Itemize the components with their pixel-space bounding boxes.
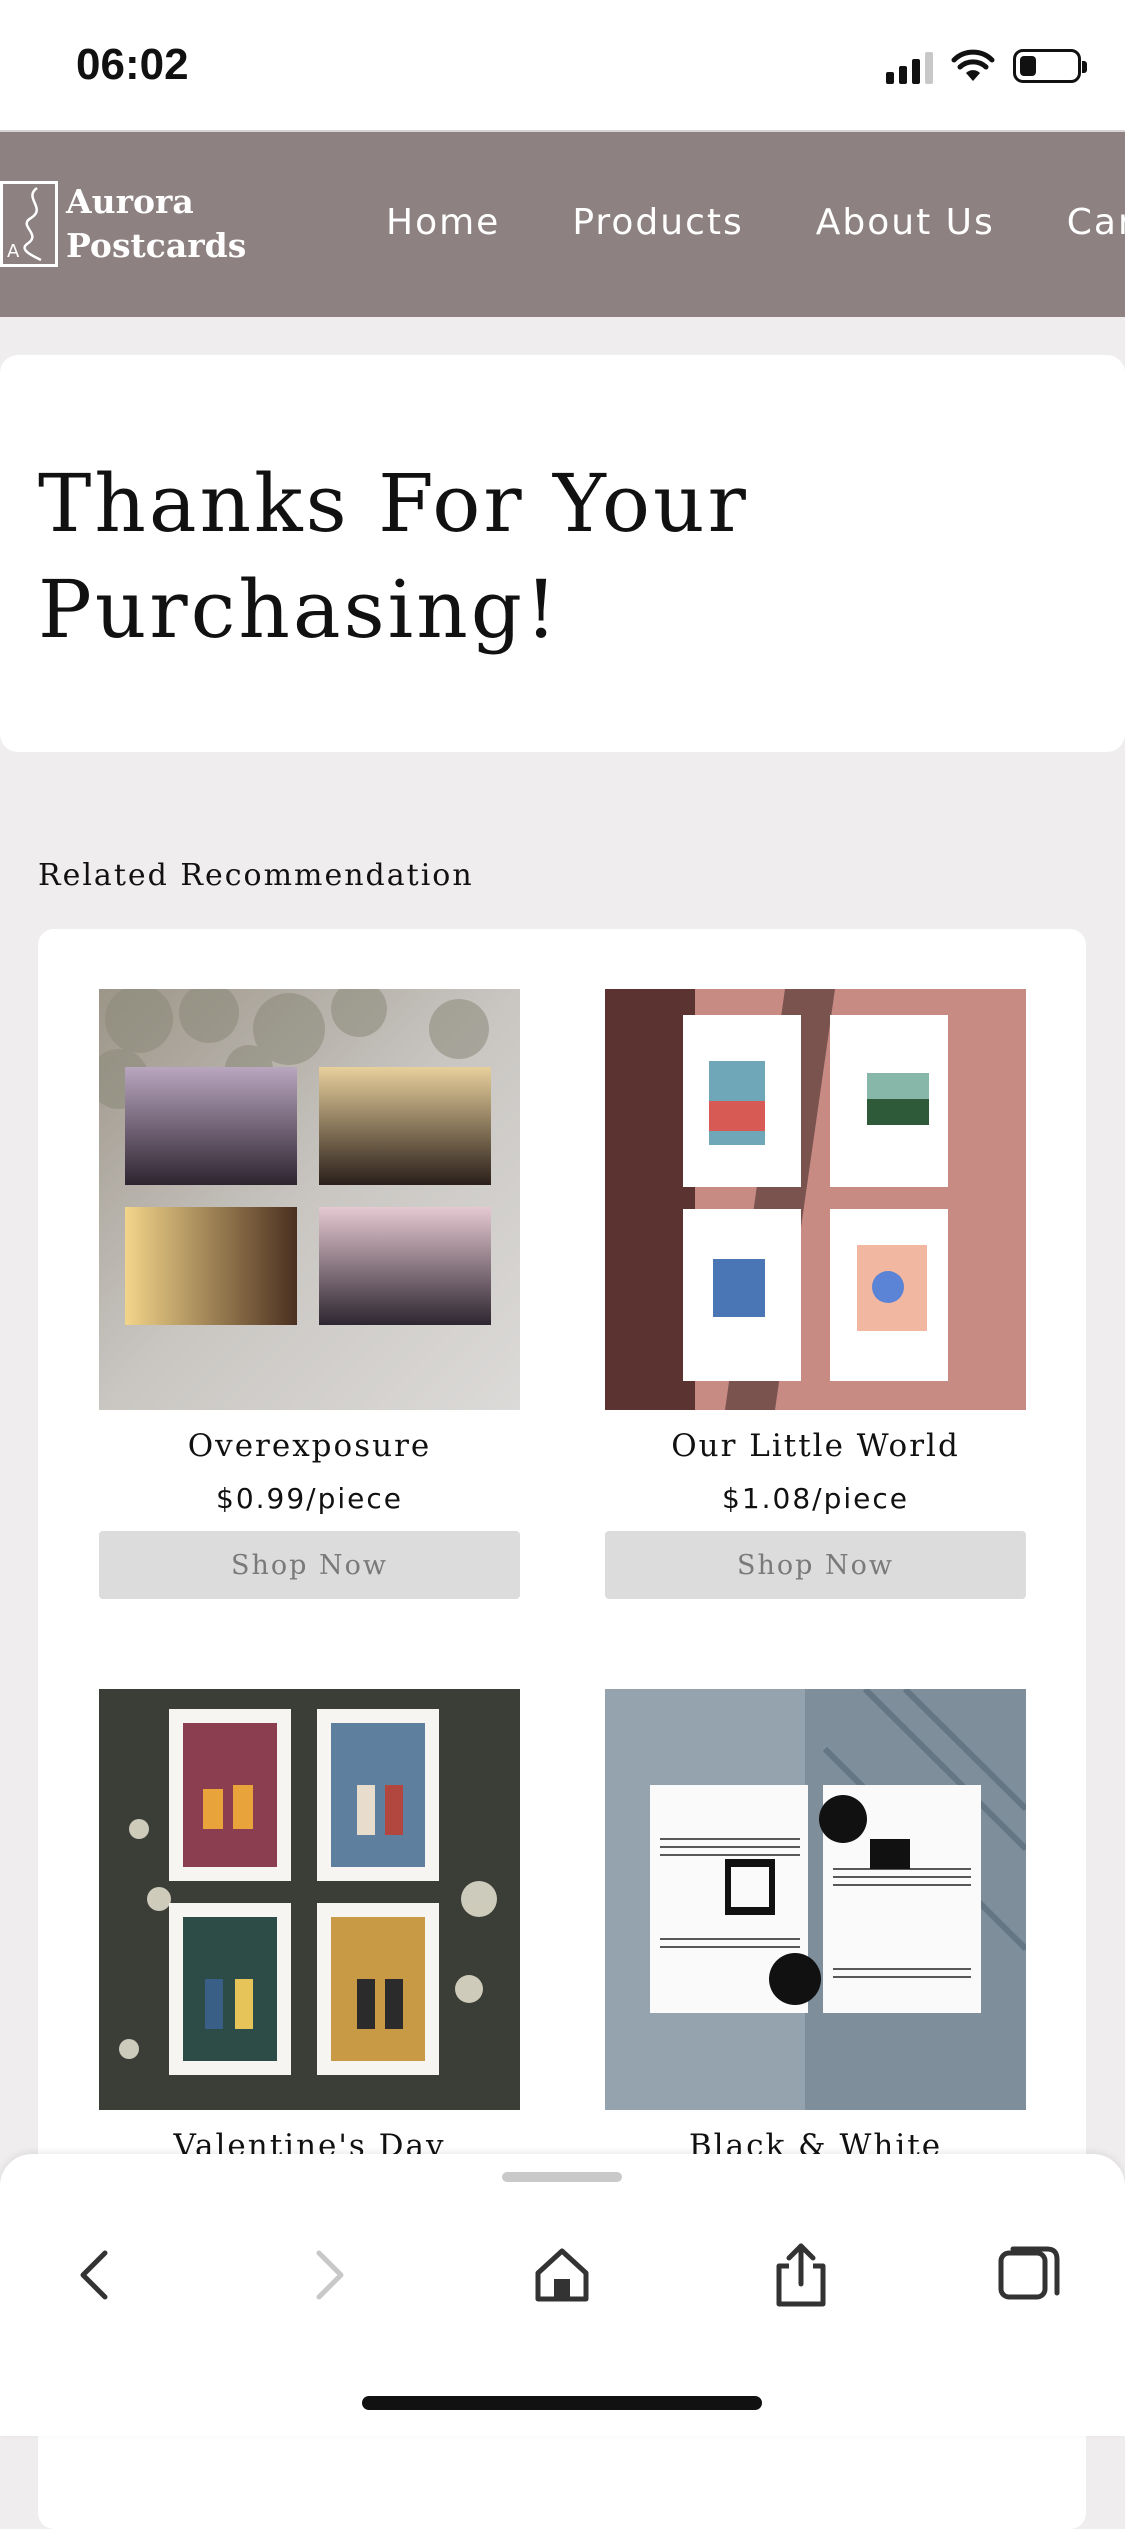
- product-price: $0.99/piece: [216, 1482, 403, 1515]
- page-title: Thanks For Your Purchasing!: [38, 457, 749, 656]
- nav-link-products[interactable]: Products: [572, 202, 743, 243]
- logo-line-1: Aurora: [66, 182, 194, 221]
- tabs-icon[interactable]: [994, 2240, 1064, 2310]
- nav-links: Home Products About Us Car: [386, 202, 1125, 243]
- product-card: Overexposure $0.99/piece Shop Now: [99, 989, 520, 1599]
- product-image-overexposure[interactable]: [99, 989, 520, 1410]
- share-icon[interactable]: [766, 2240, 836, 2310]
- logo-mark-letter: A: [7, 241, 20, 262]
- forward-icon[interactable]: [294, 2240, 364, 2310]
- related-heading: Related Recommendation: [38, 858, 474, 893]
- product-image-black-and-white[interactable]: [605, 1689, 1026, 2110]
- logo-line-2: Postcards: [66, 226, 247, 265]
- logo-text: Aurora Postcards: [66, 180, 246, 268]
- back-icon[interactable]: [60, 2240, 130, 2310]
- product-card: Black & White: [605, 1689, 1026, 2164]
- product-image-valentines-day[interactable]: [99, 1689, 520, 2110]
- browser-toolbar: [0, 2154, 1125, 2436]
- product-card: Valentine's Day: [99, 1689, 520, 2164]
- shop-now-button[interactable]: Shop Now: [99, 1531, 520, 1599]
- logo[interactable]: A Aurora Postcards: [0, 180, 246, 268]
- nav-link-about-us[interactable]: About Us: [816, 202, 995, 243]
- status-icons: [886, 48, 1087, 84]
- shop-now-button[interactable]: Shop Now: [605, 1531, 1026, 1599]
- home-indicator: [362, 2396, 762, 2410]
- nav-link-home[interactable]: Home: [386, 202, 500, 243]
- home-icon[interactable]: [527, 2240, 597, 2310]
- product-card: Our Little World $1.08/piece Shop Now: [605, 989, 1026, 1599]
- status-bar: 06:02: [0, 0, 1125, 130]
- battery-icon: [1013, 49, 1087, 83]
- product-name[interactable]: Overexposure: [99, 1428, 520, 1464]
- product-price: $1.08/piece: [722, 1482, 909, 1515]
- product-name[interactable]: Our Little World: [605, 1428, 1026, 1464]
- product-image-our-little-world[interactable]: [605, 989, 1026, 1410]
- site-nav: A Aurora Postcards Home Products About U…: [0, 130, 1125, 317]
- logo-mark-icon: A: [0, 181, 58, 267]
- wifi-icon: [951, 49, 995, 81]
- status-time: 06:02: [76, 40, 189, 89]
- nav-link-cart[interactable]: Car: [1067, 202, 1125, 243]
- battery-level: [1020, 56, 1037, 76]
- signal-icon: [886, 48, 933, 84]
- sheet-grabber[interactable]: [502, 2172, 622, 2182]
- thanks-card: Thanks For Your Purchasing!: [0, 355, 1125, 752]
